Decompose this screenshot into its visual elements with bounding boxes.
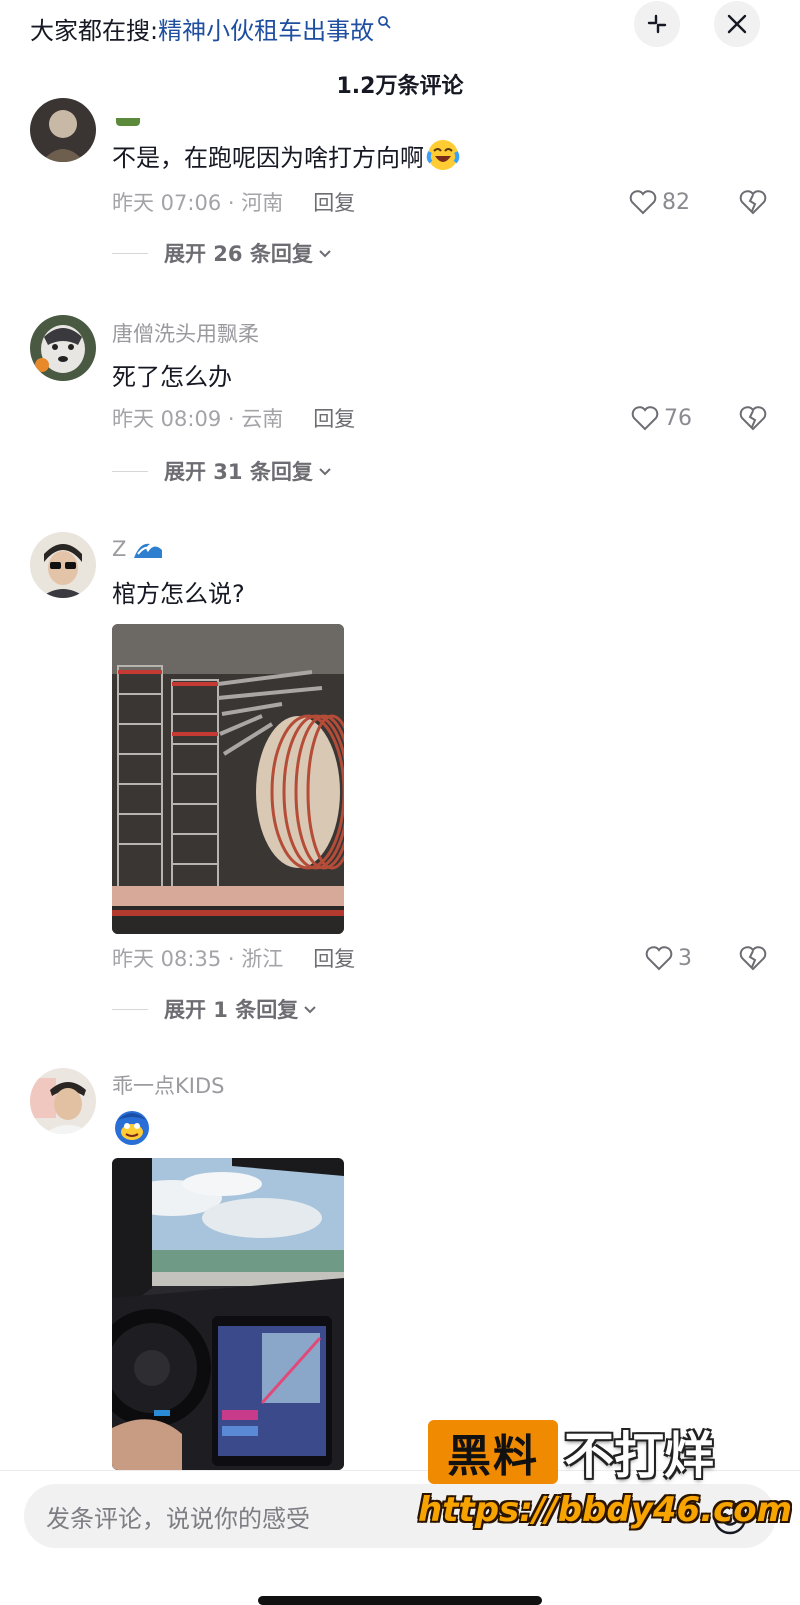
watermark-tagline: 不打烊 xyxy=(564,1427,714,1485)
avatar[interactable] xyxy=(30,315,96,381)
comment-time-location: 昨天 08:35 · 浙江 xyxy=(112,947,284,971)
avatar[interactable] xyxy=(30,98,96,162)
comment-image-truck-cargo[interactable] xyxy=(112,624,344,934)
user-badge xyxy=(116,118,140,126)
dislike-button[interactable] xyxy=(738,188,768,220)
comment-text: 死了怎么办 xyxy=(112,362,232,391)
username[interactable]: 乖一点KIDS xyxy=(112,1070,224,1100)
like-count: 76 xyxy=(664,405,692,431)
watermark-badge: 黑料 xyxy=(428,1420,558,1484)
broken-heart-icon xyxy=(739,190,767,215)
close-button[interactable] xyxy=(714,1,760,47)
chevron-down-icon xyxy=(319,468,331,476)
like-button[interactable]: 3 xyxy=(644,944,692,972)
comment-text: 棺方怎么说? xyxy=(112,579,245,608)
expand-replies-button[interactable]: 展开 1 条回复 xyxy=(112,994,318,1024)
comment-time-location: 昨天 07:06 · 河南 xyxy=(112,191,284,215)
comment-meta: 昨天 08:09 · 云南 回复 xyxy=(112,404,355,432)
collapse-icon xyxy=(647,14,667,34)
reply-button[interactable]: 回复 xyxy=(313,187,355,217)
heart-icon xyxy=(631,406,659,431)
laugh-cry-emoji xyxy=(426,140,460,170)
comment-meta: 昨天 08:35 · 浙江 回复 xyxy=(112,944,355,972)
comment-text: 不是，在跑呢因为啥打方向啊 xyxy=(112,138,460,172)
divider-line xyxy=(112,1008,148,1010)
comment-meta: 昨天 07:06 · 河南 回复 xyxy=(112,188,355,216)
comment-image-car-interior[interactable] xyxy=(112,1158,344,1470)
heart-icon xyxy=(645,946,673,971)
expand-replies-button[interactable]: 展开 31 条回复 xyxy=(112,456,333,486)
username[interactable]: Z xyxy=(112,536,166,562)
chevron-down-icon xyxy=(319,250,331,258)
trending-search-query[interactable]: 精神小伙租车出事故 xyxy=(158,11,374,46)
blue-face-emoji xyxy=(112,1106,152,1150)
divider-line xyxy=(112,252,148,254)
broken-heart-icon xyxy=(739,406,767,431)
reply-button[interactable]: 回复 xyxy=(313,403,355,433)
expand-replies-button[interactable]: 展开 26 条回复 xyxy=(112,238,333,268)
heart-icon xyxy=(629,190,657,215)
watermark-url: https://bbdy46.com xyxy=(418,1490,793,1530)
like-button[interactable]: 76 xyxy=(630,404,692,432)
username[interactable]: 唐僧洗头用飘柔 xyxy=(112,318,259,348)
broken-heart-icon xyxy=(739,946,767,971)
trending-search-bar[interactable]: 大家都在搜: 精神小伙租车出事故 xyxy=(30,6,391,50)
chevron-down-icon xyxy=(304,1006,316,1014)
like-button[interactable]: 82 xyxy=(628,188,690,216)
close-icon xyxy=(727,14,747,34)
like-count: 82 xyxy=(662,189,690,215)
comment-input-placeholder: 发条评论，说说你的感受 xyxy=(46,1504,310,1533)
comment-count-title: 1.2万条评论 xyxy=(336,74,464,99)
like-count: 3 xyxy=(678,945,692,971)
trending-search-prefix: 大家都在搜: xyxy=(30,16,159,45)
collapse-button[interactable] xyxy=(634,1,680,47)
avatar[interactable] xyxy=(30,532,96,598)
dislike-button[interactable] xyxy=(738,944,768,976)
reply-button[interactable]: 回复 xyxy=(313,943,355,973)
search-icon xyxy=(378,16,391,29)
home-indicator xyxy=(258,1596,542,1605)
dislike-button[interactable] xyxy=(738,404,768,436)
divider-line xyxy=(112,470,148,472)
avatar[interactable] xyxy=(30,1068,96,1134)
wave-emoji xyxy=(134,543,163,558)
comment-time-location: 昨天 08:09 · 云南 xyxy=(112,407,284,431)
